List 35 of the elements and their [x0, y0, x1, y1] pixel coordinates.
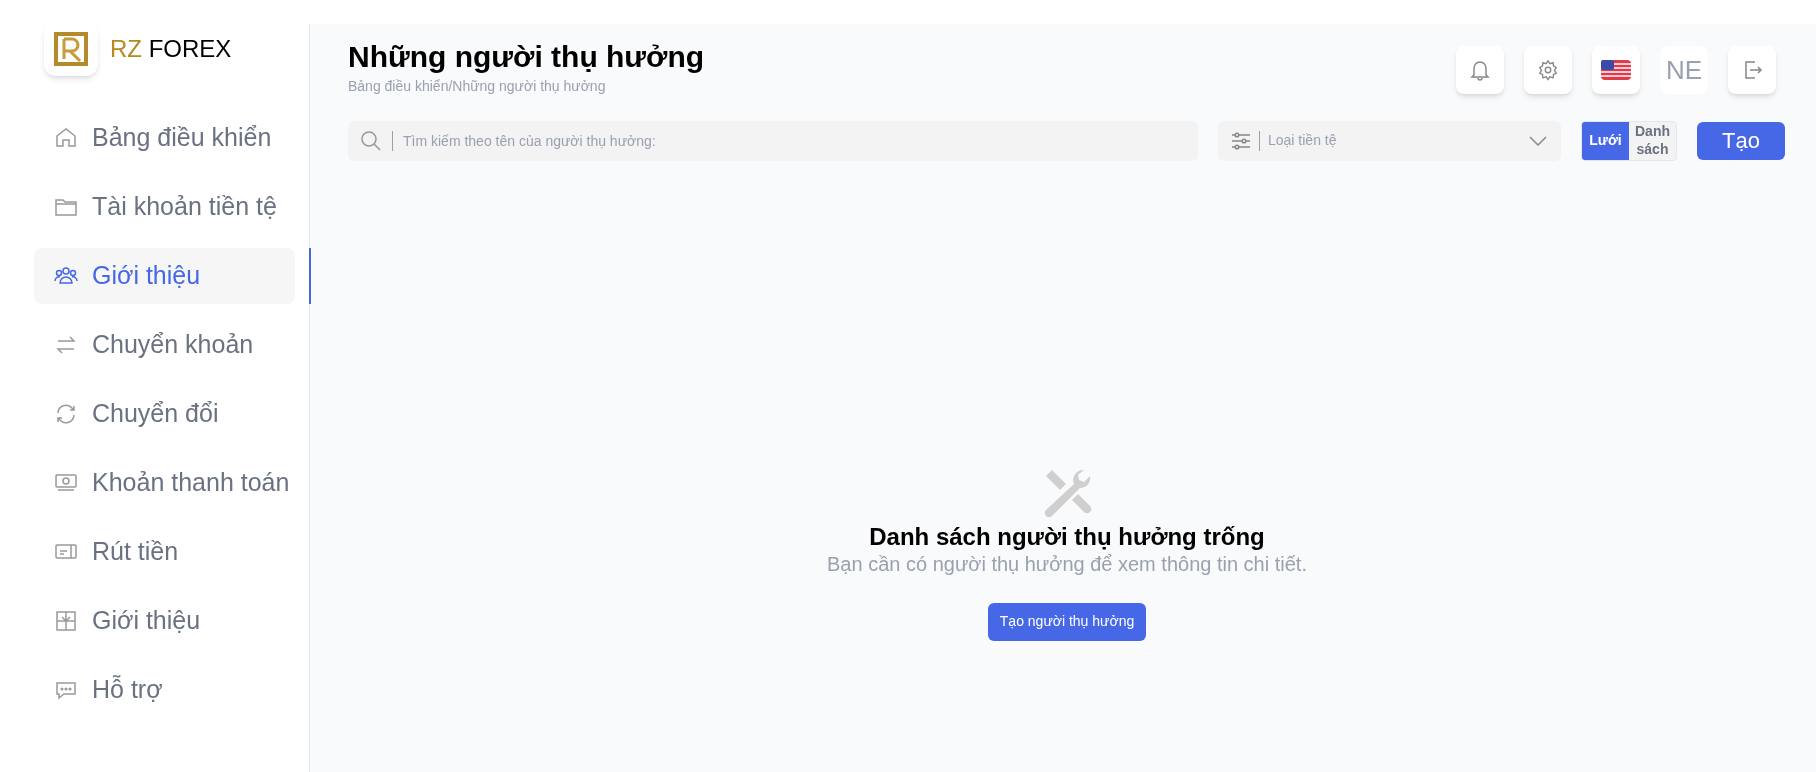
sidebar-item[interactable]: Khoản thanh toán: [34, 455, 295, 511]
view-toggle[interactable]: Danh sách: [1629, 121, 1676, 160]
breadcrumb: Bảng điều khiển/Những người thụ hưởng: [348, 76, 607, 96]
create-button[interactable]: Tạo: [1697, 121, 1785, 160]
sliders-icon: [1231, 131, 1251, 150]
page-title: Những người thụ hưởng: [348, 39, 705, 75]
flag-icon: [1601, 60, 1631, 80]
nav-icon: [54, 402, 78, 426]
sidebar-item[interactable]: Bảng điều khiển: [34, 110, 295, 166]
chevron-down-icon: [1529, 135, 1547, 146]
create-beneficiary-button[interactable]: Tạo người thụ hưởng: [987, 602, 1147, 641]
notification-button[interactable]: [1456, 46, 1504, 94]
bell-icon: [1470, 59, 1490, 81]
view-toggle[interactable]: Lưới: [1582, 121, 1629, 160]
sidebar-item[interactable]: Chuyển khoản: [34, 317, 295, 373]
nav-icon: [54, 126, 78, 150]
sidebar-item[interactable]: Giới thiệu: [34, 593, 295, 649]
settings-icon: [1537, 59, 1559, 81]
search-icon: [360, 129, 382, 152]
logout-button[interactable]: [1728, 46, 1776, 94]
sidebar-item[interactable]: Chuyển đổi: [34, 386, 295, 442]
dropdown-placeholder: Loại tiền tệ: [1268, 131, 1338, 150]
sidebar-item[interactable]: Giới thiệu: [34, 248, 295, 304]
sidebar-item[interactable]: Tài khoản tiền tệ: [34, 179, 295, 235]
brand-name: RZ FOREX: [110, 37, 232, 61]
sidebar-item[interactable]: Hỗ trợ: [34, 662, 295, 718]
search-field[interactable]: Tìm kiếm theo tên của người thụ hưởng:: [348, 120, 1198, 161]
language-button[interactable]: NE: [1660, 46, 1708, 94]
language-flag-button[interactable]: [1592, 46, 1640, 94]
sidebar-item[interactable]: Rút tiền: [34, 524, 295, 580]
empty-title: Danh sách người thụ hưởng trống: [869, 521, 1265, 552]
empty-message: Bạn cần có người thụ hưởng để xem thông tin chi tiết.: [827, 551, 1307, 577]
settings-button[interactable]: [1524, 46, 1572, 94]
nav-icon: [54, 609, 78, 633]
logo-icon: [44, 22, 98, 76]
